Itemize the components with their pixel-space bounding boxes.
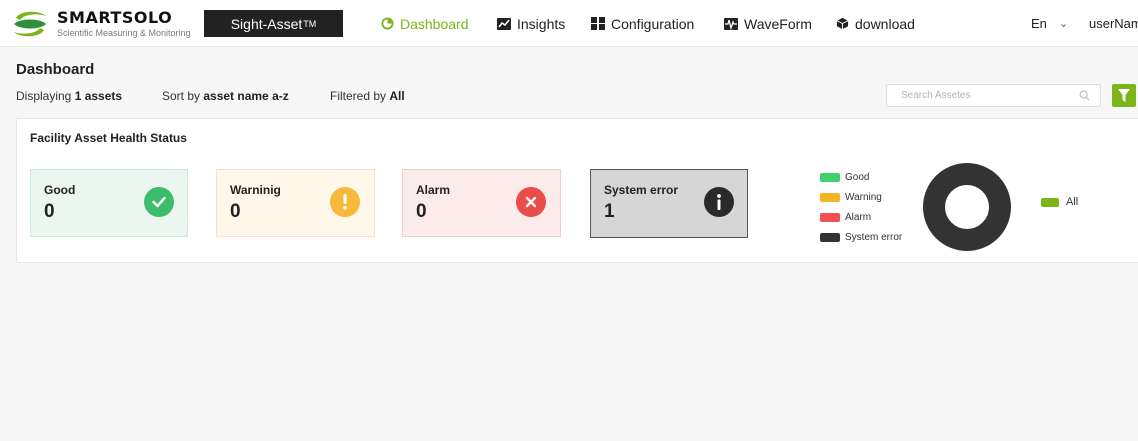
card-value: 1 (604, 201, 615, 222)
legend-swatch (820, 212, 840, 222)
language-select[interactable]: En ⌄ (1031, 0, 1068, 47)
legend-label: Warning (845, 191, 882, 203)
legend-item-warning[interactable]: Warning (820, 187, 902, 207)
donut-segment-system-error (923, 163, 1011, 251)
panel-title: Facility Asset Health Status (30, 131, 187, 145)
sort-prefix: Sort by (162, 89, 201, 103)
status-card-alarm[interactable]: Alarm 0 (402, 169, 561, 237)
nav-waveform[interactable]: WaveForm (724, 0, 812, 47)
nav-dashboard[interactable]: Dashboard (381, 0, 469, 47)
filter-prefix: Filtered by (330, 89, 387, 103)
language-value: En (1031, 16, 1047, 31)
user-menu[interactable]: userNam (1089, 0, 1138, 47)
nav-configuration[interactable]: Configuration (591, 0, 694, 47)
legend-item-alarm[interactable]: Alarm (820, 207, 902, 227)
filter-icon (1118, 89, 1130, 102)
legend-swatch (1041, 197, 1059, 207)
page-title: Dashboard (16, 61, 95, 78)
legend-swatch (820, 232, 840, 242)
legend-item-good[interactable]: Good (820, 167, 902, 187)
filter-summary: Filtered by All (330, 89, 405, 103)
card-label: Alarm (416, 183, 451, 197)
grid-icon (591, 17, 605, 30)
search-input[interactable] (887, 85, 1067, 106)
cube-icon (836, 17, 849, 30)
legend-swatch (820, 172, 840, 182)
card-label: System error (604, 183, 679, 197)
status-card-good[interactable]: Good 0 (30, 169, 188, 237)
health-status-panel: Facility Asset Health Status Good 0 Warn… (16, 118, 1138, 263)
chevron-down-icon: ⌄ (1058, 18, 1069, 30)
displaying-prefix: Displaying (16, 89, 72, 103)
status-card-system-error[interactable]: System error 1 (590, 169, 748, 238)
displaying-value: 1 assets (74, 89, 123, 103)
search-box (886, 84, 1101, 107)
top-bar: SMARTSOLO Scientific Measuring & Monitor… (0, 0, 1138, 47)
trademark-mark: TM (303, 18, 317, 29)
check-circle-icon (144, 187, 174, 217)
card-label: Good (44, 183, 76, 197)
card-value: 0 (416, 201, 427, 222)
nav-download[interactable]: download (836, 0, 915, 47)
displaying-count: Displaying 1 assets (16, 89, 122, 103)
sort-control[interactable]: Sort by asset name a-z (162, 89, 289, 103)
legend-item-system-error[interactable]: System error (820, 227, 902, 247)
smartsolo-logo-icon (14, 11, 46, 37)
card-value: 0 (44, 201, 55, 222)
nav-dashboard-label: Dashboard (400, 15, 469, 32)
nav-insights[interactable]: Insights (497, 0, 565, 47)
legend-label: Alarm (845, 211, 872, 223)
sort-value: asset name a-z (203, 89, 289, 103)
pie-chart-icon (381, 17, 394, 30)
user-name: userNam (1089, 16, 1138, 31)
nav-insights-label: Insights (517, 15, 566, 32)
filter-value: All (389, 89, 405, 103)
exclamation-circle-icon (330, 187, 360, 217)
legend-swatch (820, 192, 840, 202)
waveform-icon (724, 17, 738, 30)
nav-waveform-label: WaveForm (744, 15, 812, 32)
card-value: 0 (230, 201, 241, 222)
logo[interactable]: SMARTSOLO Scientific Measuring & Monitor… (10, 7, 191, 41)
brand-name: SMARTSOLO (57, 8, 173, 27)
product-name: Sight-Asset (230, 15, 303, 32)
legend-label: All (1066, 196, 1079, 208)
info-circle-icon (704, 187, 734, 217)
legend-label: Good (845, 171, 870, 183)
nav-download-label: download (855, 15, 915, 32)
status-legend: Good Warning Alarm System error (820, 167, 902, 247)
nav-configuration-label: Configuration (611, 15, 695, 32)
legend-label: System error (845, 231, 903, 243)
card-label: Warninig (230, 183, 281, 197)
x-circle-icon (516, 187, 546, 217)
filter-button[interactable] (1112, 84, 1136, 107)
status-card-warning[interactable]: Warninig 0 (216, 169, 375, 237)
search-icon[interactable] (1079, 90, 1090, 101)
product-badge[interactable]: Sight-Asset TM (204, 10, 343, 37)
legend-item-all[interactable]: All (1041, 196, 1078, 208)
health-donut-chart[interactable] (921, 161, 1013, 253)
brand-tagline: Scientific Measuring & Monitoring (57, 28, 191, 38)
line-chart-icon (497, 17, 511, 30)
